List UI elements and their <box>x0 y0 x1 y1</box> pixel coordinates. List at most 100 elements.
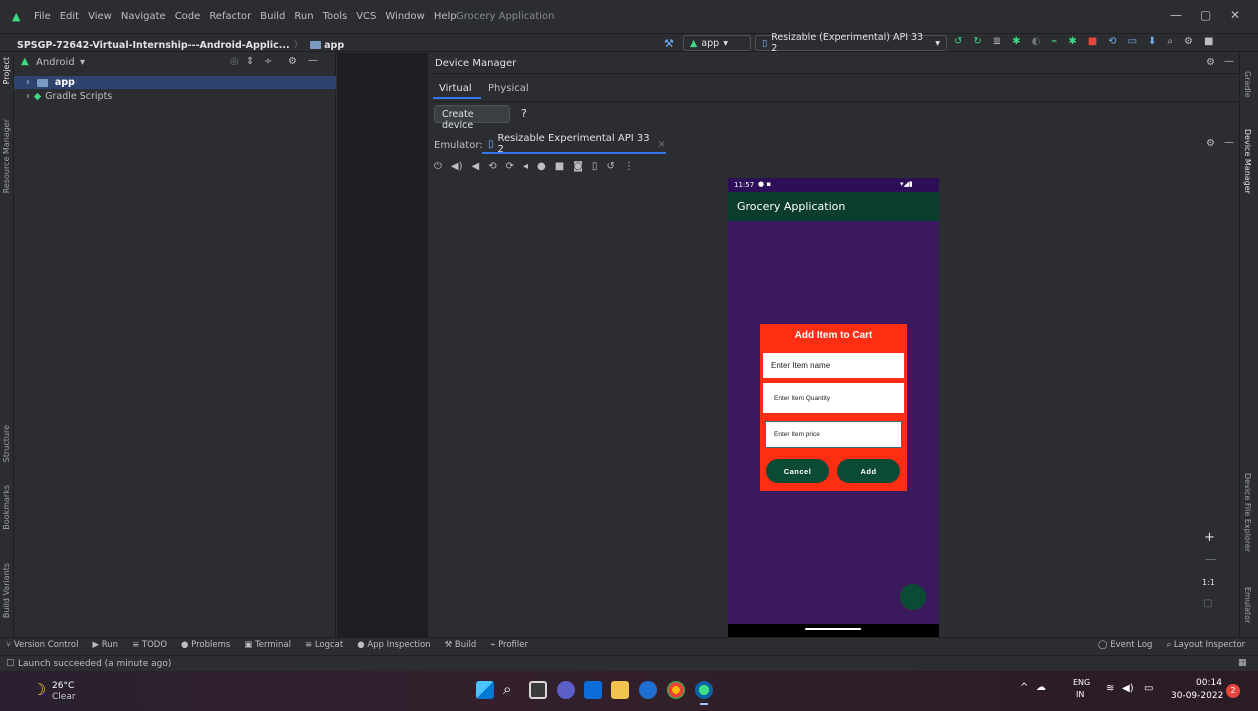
chevron-down-icon[interactable]: ▾ <box>80 57 85 68</box>
breadcrumb-project[interactable]: SPSGP-72642-Virtual-Internship---Android… <box>17 40 290 51</box>
battery-icon[interactable]: ▭ <box>1144 683 1153 694</box>
tab-virtual[interactable]: Virtual <box>439 83 472 94</box>
apply-changes-icon[interactable]: ↺ <box>954 36 962 47</box>
more-icon[interactable]: ⋮ <box>624 161 634 172</box>
search-icon[interactable]: ⌕ <box>503 680 511 698</box>
snapshot-icon[interactable]: ↺ <box>606 161 614 172</box>
menu-edit[interactable]: Edit <box>60 11 79 22</box>
options-gear-icon[interactable]: ⚙ <box>288 56 297 67</box>
weather-temperature[interactable]: 26°C <box>52 681 74 691</box>
tool-terminal[interactable]: ▣ Terminal <box>244 640 291 650</box>
add-button[interactable]: Add <box>837 459 900 483</box>
menu-refactor[interactable]: Refactor <box>209 11 251 22</box>
home-gesture-pill[interactable] <box>805 628 861 630</box>
teams-icon[interactable] <box>557 681 575 699</box>
menu-tools[interactable]: Tools <box>323 11 348 22</box>
tab-emulator[interactable]: Emulator <box>1243 587 1252 623</box>
breadcrumb-module[interactable]: app <box>324 40 344 51</box>
windows-start-icon[interactable] <box>476 681 494 699</box>
zoom-out-icon[interactable]: — <box>1205 552 1217 566</box>
device-manager-icon[interactable]: ▭ <box>1128 36 1137 47</box>
file-explorer-icon[interactable] <box>611 681 629 699</box>
menu-file[interactable]: File <box>34 11 51 22</box>
tool-logcat[interactable]: ≡ Logcat <box>305 640 343 650</box>
memory-indicator-icon[interactable]: ▦ <box>1238 658 1247 668</box>
fit-screen-icon[interactable]: ▢ <box>1203 598 1212 609</box>
tool-build[interactable]: ⚒ Build <box>445 640 477 650</box>
home-icon[interactable]: ● <box>537 161 546 172</box>
tool-version-control[interactable]: ⑂ Version Control <box>6 640 79 650</box>
menu-build[interactable]: Build <box>260 11 285 22</box>
close-window-button[interactable]: ✕ <box>1230 8 1240 22</box>
tab-project[interactable]: Project <box>2 57 11 84</box>
device-dropdown[interactable]: ▯ Resizable (Experimental) API 33 2 ▾ <box>755 32 947 54</box>
item-price-input[interactable]: Enter Item price <box>765 421 902 448</box>
tab-build-variants[interactable]: Build Variants <box>2 563 11 618</box>
settings-gear-icon[interactable]: ⚙ <box>1206 57 1215 68</box>
tool-layout-inspector[interactable]: ⌕ Layout Inspector <box>1166 640 1245 650</box>
tray-chevron-up-icon[interactable]: ^ <box>1020 682 1028 693</box>
wifi-icon[interactable]: ≋ <box>1106 683 1114 694</box>
restore-button[interactable]: ▢ <box>1200 8 1211 22</box>
cancel-button[interactable]: Cancel <box>766 459 829 483</box>
tab-resource-manager[interactable]: Resource Manager <box>2 119 11 193</box>
chrome-profile-icon[interactable] <box>639 681 657 699</box>
minimize-button[interactable]: — <box>1170 8 1182 22</box>
project-view-dropdown[interactable]: Android <box>36 57 75 68</box>
item-name-input[interactable]: Enter Item name <box>763 353 904 378</box>
weather-condition[interactable]: Clear <box>52 692 76 702</box>
android-studio-icon[interactable] <box>695 681 713 699</box>
tool-app-inspection[interactable]: ● App Inspection <box>357 640 430 650</box>
notification-badge[interactable]: 2 <box>1226 684 1240 698</box>
item-quantity-input[interactable]: Enter Item Quantity <box>763 383 904 413</box>
language-indicator[interactable]: ENG <box>1073 678 1090 687</box>
hide-panel-icon[interactable]: — <box>1224 56 1234 67</box>
run-list-icon[interactable]: ≣ <box>993 36 1001 47</box>
zoom-in-icon[interactable]: + <box>1204 530 1215 545</box>
screenshot-icon[interactable]: ◙ <box>573 161 583 172</box>
tool-profiler[interactable]: ⌁ Profiler <box>490 640 528 650</box>
volume-up-icon[interactable]: ◀) <box>451 161 463 172</box>
speaker-icon[interactable]: ◀) <box>1122 683 1134 694</box>
tab-device-manager[interactable]: Device Manager <box>1243 129 1252 194</box>
menu-view[interactable]: View <box>88 11 112 22</box>
clock-date[interactable]: 30-09-2022 <box>1171 691 1223 701</box>
menu-run[interactable]: Run <box>294 11 313 22</box>
close-tab-icon[interactable]: × <box>658 139 666 150</box>
tool-todo[interactable]: ≡ TODO <box>132 640 167 650</box>
tab-bookmarks[interactable]: Bookmarks <box>2 485 11 530</box>
tab-structure[interactable]: Structure <box>2 425 11 462</box>
attach-debugger-icon[interactable]: ✱ <box>1068 36 1076 47</box>
hide-panel-icon[interactable]: — <box>1224 137 1234 148</box>
cloud-icon[interactable]: ☁ <box>1036 682 1046 693</box>
settings-gear-icon[interactable]: ⚙ <box>1184 36 1193 47</box>
tree-item-app[interactable]: › app <box>14 76 336 89</box>
chrome-icon[interactable] <box>667 681 685 699</box>
tab-physical[interactable]: Physical <box>488 83 529 94</box>
emulator-tab[interactable]: ▯ Resizable Experimental API 33 2 × <box>482 133 666 155</box>
sdk-manager-icon[interactable]: ⬇ <box>1148 36 1156 47</box>
tab-device-file-explorer[interactable]: Device File Explorer <box>1243 473 1252 552</box>
coverage-icon[interactable]: ◐ <box>1032 36 1041 47</box>
create-device-button[interactable]: Create device <box>434 105 510 131</box>
menu-code[interactable]: Code <box>175 11 201 22</box>
run-config-dropdown[interactable]: ▲ app ▾ <box>683 35 751 51</box>
menu-vcs[interactable]: VCS <box>356 11 376 22</box>
chevron-right-icon[interactable]: › <box>26 77 30 88</box>
store-icon[interactable] <box>584 681 602 699</box>
chevron-right-icon[interactable]: › <box>26 91 30 102</box>
overview-icon[interactable]: ■ <box>555 161 564 172</box>
tool-run[interactable]: ▶ Run <box>93 640 119 650</box>
power-icon[interactable]: ⏻ <box>434 161 442 172</box>
zoom-actual-size[interactable]: 1:1 <box>1202 578 1215 587</box>
profile-icon[interactable]: ⌁ <box>1051 36 1057 47</box>
settings-gear-icon[interactable]: ⚙ <box>1206 138 1215 149</box>
stop-icon[interactable]: ■ <box>1088 36 1097 47</box>
tree-item-gradle-scripts[interactable]: › ◆ Gradle Scripts <box>14 90 336 103</box>
task-view-icon[interactable] <box>529 681 547 699</box>
region-indicator[interactable]: IN <box>1076 690 1084 699</box>
rotate-right-icon[interactable]: ⟳ <box>506 161 514 172</box>
fold-icon[interactable]: ▯ <box>592 161 598 172</box>
hide-panel-icon[interactable]: — <box>308 55 318 66</box>
status-panel-icon[interactable]: ▢ <box>6 658 15 668</box>
